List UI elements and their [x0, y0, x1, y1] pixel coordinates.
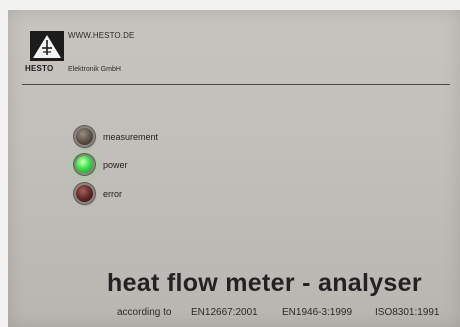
standard-iso8301: ISO8301:1991	[375, 307, 440, 318]
standard-en12667: EN12667:2001	[191, 307, 258, 318]
error-label: error	[103, 189, 123, 199]
header-divider	[22, 84, 450, 85]
power-led	[76, 156, 93, 173]
standard-en1946: EN1946-3:1999	[282, 307, 353, 318]
power-label: power	[103, 160, 128, 170]
company-name: Elektronik GmbH	[68, 66, 121, 73]
hesto-logo-icon	[30, 31, 64, 61]
device-title: heat flow meter - analyser	[107, 269, 422, 297]
brand-name: HESTO	[25, 64, 54, 73]
measurement-label: measurement	[103, 132, 159, 142]
measurement-led	[76, 128, 93, 145]
standards-prefix: according to	[117, 307, 172, 318]
error-led	[76, 185, 93, 202]
website-url: WWW.HESTO.DE	[68, 31, 135, 40]
